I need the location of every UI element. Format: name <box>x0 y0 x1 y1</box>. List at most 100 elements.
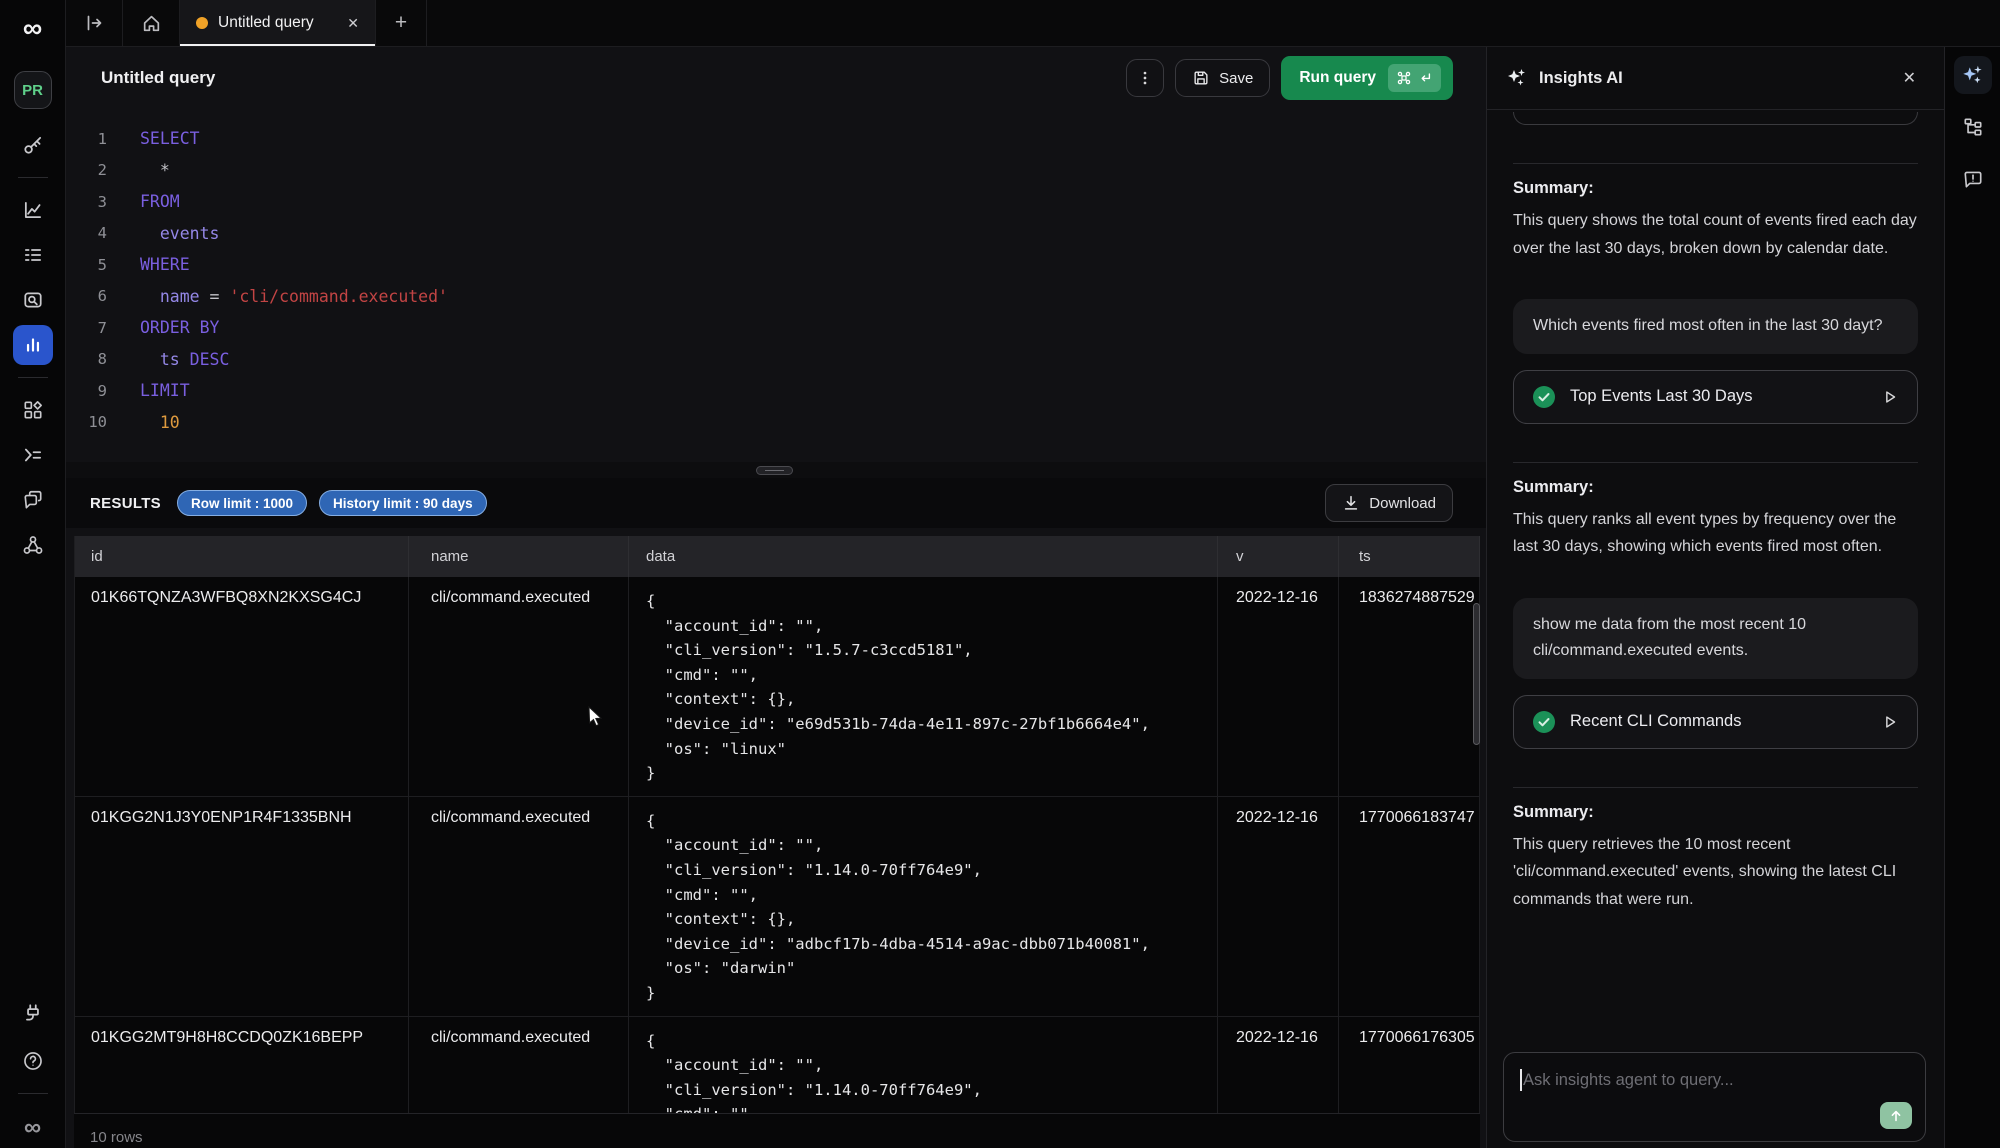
query-panel: Untitled query Save Run query 1SELECT2 *… <box>66 47 1486 1148</box>
card-label: Top Events Last 30 Days <box>1570 387 1867 406</box>
summary-label: Summary: <box>1513 179 1918 198</box>
bar-chart-icon[interactable] <box>13 325 53 365</box>
cell-v: 2022-12-16 <box>1218 797 1339 1016</box>
sql-token: FROM <box>140 192 180 211</box>
tab-label: Untitled query <box>218 14 333 32</box>
key-icon[interactable] <box>13 125 53 165</box>
row-count: 10 rows <box>90 1129 143 1146</box>
feedback-icon[interactable] <box>1954 160 1992 198</box>
code-line: SELECT <box>107 129 200 148</box>
line-number: 6 <box>66 287 107 305</box>
suggested-query-card[interactable]: Recent CLI Commands <box>1513 695 1918 749</box>
sql-token <box>140 350 160 369</box>
cell-data: { "account_id": "", "cli_version": "1.14… <box>629 1017 1218 1114</box>
chat-icon[interactable] <box>13 480 53 520</box>
line-number: 8 <box>66 350 107 368</box>
cell-data: { "account_id": "", "cli_version": "1.14… <box>629 797 1218 1016</box>
table-header-row: idnamedatavts <box>75 536 1480 577</box>
webhook-icon[interactable] <box>13 525 53 565</box>
check-icon <box>1532 385 1556 409</box>
editor-line: 8 ts DESC <box>66 344 1486 376</box>
table-row[interactable]: 01KGG2MT9H8H8CCDQ0ZK16BEPPcli/command.ex… <box>75 1017 1480 1114</box>
code-line: FROM <box>107 192 180 211</box>
sql-token <box>140 287 160 306</box>
cell-ts: 1770066176305 <box>1339 1017 1480 1114</box>
json-value: { "account_id": "", "cli_version": "1.14… <box>646 809 1217 1016</box>
play-icon[interactable] <box>1881 388 1899 406</box>
app-logo-icon: ∞ <box>23 10 42 47</box>
insights-header: Insights AI ✕ <box>1487 47 1944 110</box>
summary-label: Summary: <box>1513 803 1918 822</box>
line-number: 7 <box>66 319 107 337</box>
scrolled-card-edge <box>1513 112 1918 125</box>
save-button[interactable]: Save <box>1175 59 1270 97</box>
limit-badge[interactable]: History limit : 90 days <box>319 490 487 516</box>
sql-editor[interactable]: 1SELECT2 *3FROM4 events5WHERE6 name = 'c… <box>66 109 1486 462</box>
right-sidebar <box>1944 0 2000 1148</box>
sql-token: DESC <box>180 350 230 369</box>
line-number: 5 <box>66 256 107 274</box>
unsaved-dot-icon <box>196 17 208 29</box>
summary-text: This query retrieves the 10 most recent … <box>1513 831 1918 914</box>
panel-toggle-icon[interactable] <box>66 0 123 46</box>
run-query-button[interactable]: Run query <box>1281 56 1453 100</box>
results-table: idnamedatavts 01K66TQNZA3WFBQ8XN2KXSG4CJ… <box>74 536 1480 1113</box>
send-button[interactable] <box>1880 1102 1912 1129</box>
insights-input[interactable]: Ask insights agent to query... <box>1503 1052 1926 1142</box>
close-icon[interactable]: ✕ <box>1897 64 1922 92</box>
left-sidebar: ∞ PR ∞ <box>0 0 66 1148</box>
download-button[interactable]: Download <box>1325 484 1453 522</box>
editor-line: 3FROM <box>66 186 1486 218</box>
editor-line: 1SELECT <box>66 123 1486 155</box>
line-number: 1 <box>66 130 107 148</box>
text-caret <box>1520 1069 1522 1091</box>
line-number: 4 <box>66 224 107 242</box>
new-tab-button[interactable]: + <box>376 0 427 46</box>
search-box-icon[interactable] <box>13 280 53 320</box>
tab-close-icon[interactable]: ✕ <box>343 13 363 34</box>
suggested-query-card[interactable]: Top Events Last 30 Days <box>1513 370 1918 424</box>
code-line: ORDER BY <box>107 318 219 337</box>
sql-token: = <box>200 287 230 306</box>
infinity-icon[interactable]: ∞ <box>24 1114 41 1142</box>
sql-token <box>140 224 160 243</box>
plug-icon[interactable] <box>13 993 53 1033</box>
input-placeholder: Ask insights agent to query... <box>1523 1071 1734 1090</box>
code-line: * <box>107 161 170 180</box>
insights-panel: Insights AI ✕ Summary:This query shows t… <box>1486 47 1944 1148</box>
limit-badge[interactable]: Row limit : 1000 <box>177 490 307 516</box>
summary-text: This query ranks all event types by freq… <box>1513 506 1918 561</box>
section-divider <box>1513 787 1918 788</box>
insights-body: Summary:This query shows the total count… <box>1487 112 1944 913</box>
sql-token: 10 <box>160 413 180 432</box>
cell-ts: 1836274887529 <box>1339 577 1480 796</box>
terminal-icon[interactable] <box>13 435 53 475</box>
table-scrollbar[interactable] <box>1473 603 1480 745</box>
play-icon[interactable] <box>1881 713 1899 731</box>
splitter-handle[interactable] <box>756 466 793 475</box>
line-chart-icon[interactable] <box>13 190 53 230</box>
arrow-up-icon <box>1888 1108 1904 1124</box>
column-header-ts: ts <box>1339 536 1480 577</box>
insights-ai-icon[interactable] <box>1954 56 1992 94</box>
user-question-bubble: show me data from the most recent 10 cli… <box>1513 598 1918 679</box>
editor-line: 5WHERE <box>66 249 1486 281</box>
insights-sections: Summary:This query shows the total count… <box>1513 163 1918 913</box>
cell-ts: 1770066183747 <box>1339 797 1480 1016</box>
table-row[interactable]: 01K66TQNZA3WFBQ8XN2KXSG4CJcli/command.ex… <box>75 577 1480 797</box>
cmd-icon <box>1396 70 1412 86</box>
home-icon[interactable] <box>123 0 180 46</box>
tree-icon[interactable] <box>1954 108 1992 146</box>
table-row[interactable]: 01KGG2N1J3Y0ENP1R4F1335BNHcli/command.ex… <box>75 797 1480 1017</box>
list-icon[interactable] <box>13 235 53 275</box>
more-options-button[interactable] <box>1126 59 1164 97</box>
column-header-id: id <box>75 536 409 577</box>
workspace-badge[interactable]: PR <box>14 71 52 109</box>
json-value: { "account_id": "", "cli_version": "1.14… <box>646 1029 1217 1114</box>
grid-icon[interactable] <box>13 390 53 430</box>
cell-name: cli/command.executed <box>409 577 629 796</box>
cell-v: 2022-12-16 <box>1218 1017 1339 1114</box>
summary-label: Summary: <box>1513 478 1918 497</box>
tab-untitled-query[interactable]: Untitled query ✕ <box>180 0 376 46</box>
help-icon[interactable] <box>13 1041 53 1081</box>
